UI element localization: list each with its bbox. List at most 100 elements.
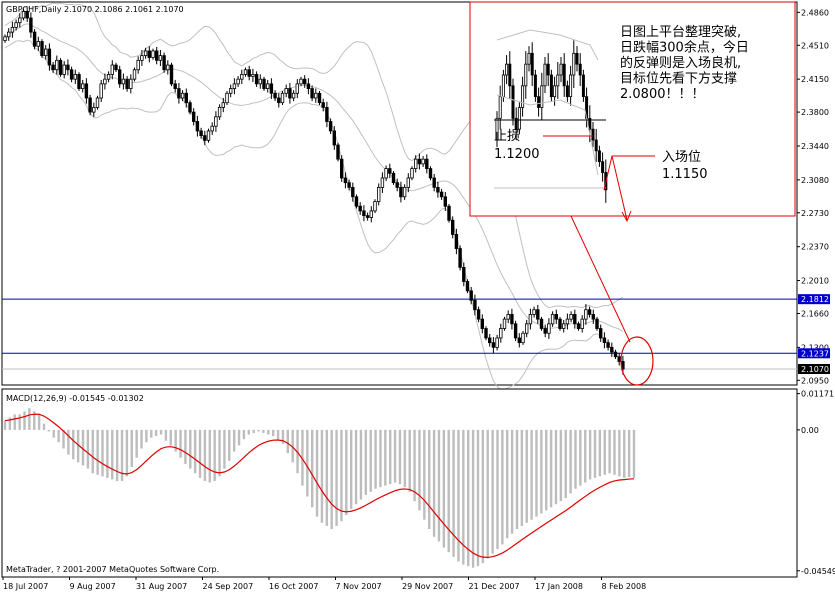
candle-body: [10, 27, 15, 33]
macd-bar: [37, 414, 41, 430]
macd-bar: [486, 429, 489, 559]
copyright-text: MetaTrader, ? 2001-2007 MetaQuotes Softw…: [6, 565, 219, 574]
candle-body: [436, 186, 440, 193]
candle-body: [265, 83, 270, 89]
price-axis-label: 2.2010: [801, 277, 829, 286]
candle-body: [325, 106, 329, 122]
inset-candle-body: [521, 85, 525, 108]
candle-body: [491, 342, 496, 348]
candle-body: [251, 74, 255, 77]
candle-body: [402, 186, 407, 198]
stop-loss-label: 止损: [494, 129, 520, 144]
macd-bar: [467, 429, 470, 567]
macd-bar: [237, 429, 241, 446]
chart-window: 日图上平台整理突破, 日跌幅300余点，今日 的反弹则是入场良机, 目标位先看下方支撑…: [0, 0, 835, 594]
macd-bar: [101, 429, 104, 477]
candle-body: [177, 88, 181, 99]
macd-bar: [481, 429, 485, 564]
candle-body: [243, 69, 248, 75]
candle-body: [376, 186, 381, 202]
candle-body: [595, 318, 599, 329]
macd-bar: [564, 429, 567, 499]
candle-body: [299, 78, 303, 85]
macd-bar: [632, 429, 636, 478]
date-axis-label: 24 Sep 2007: [203, 582, 254, 591]
inset-candle-body: [527, 52, 531, 65]
macd-bar: [379, 429, 382, 488]
candle-body: [188, 102, 192, 113]
candle-body: [3, 36, 7, 41]
inset-candle-body: [565, 85, 569, 98]
candle-body: [458, 248, 462, 268]
macd-bar: [330, 429, 333, 529]
candle-body: [417, 158, 422, 165]
macd-bar: [432, 429, 436, 537]
candle-body: [114, 64, 118, 71]
candle-body: [362, 210, 366, 217]
current-price-badge-label: 2.1070: [801, 365, 829, 374]
candle-body: [40, 41, 44, 57]
candle-body: [66, 64, 70, 71]
macd-bar: [423, 429, 426, 520]
candle-body: [51, 64, 55, 71]
inset-candle-body: [501, 74, 505, 98]
candle-body: [7, 31, 11, 38]
annotation-text-line: 目标位先看下方支撑: [620, 71, 737, 87]
candle-body: [573, 314, 577, 325]
macd-bar: [603, 429, 606, 475]
macd-bar: [398, 429, 402, 485]
candle-body: [443, 196, 447, 207]
macd-bar: [47, 429, 51, 432]
macd-axis-label: -0.04549: [801, 567, 835, 576]
candle-body: [351, 186, 355, 198]
candle-body: [473, 299, 477, 311]
macd-bar: [111, 429, 114, 480]
candle-body: [343, 177, 348, 184]
candle-body: [69, 69, 74, 80]
macd-axis-label: 0.01171: [801, 390, 834, 399]
candle-body: [14, 22, 18, 28]
inset-candle-body: [562, 63, 566, 87]
macd-bar: [579, 429, 582, 486]
macd-bar: [535, 429, 538, 517]
macd-bar: [491, 429, 494, 554]
candle-body: [617, 356, 621, 362]
macd-bar: [28, 408, 31, 430]
candle-body: [558, 318, 562, 329]
macd-bar: [310, 429, 314, 508]
candle-body: [118, 69, 122, 85]
macd-bar: [354, 429, 358, 505]
candle-body: [539, 318, 544, 329]
candle-body: [129, 78, 133, 89]
candle-body: [476, 309, 481, 320]
macd-bar: [145, 429, 148, 443]
macd-bar: [23, 411, 26, 430]
macd-bar: [125, 429, 129, 477]
macd-bar: [325, 429, 329, 526]
macd-bar: [437, 429, 441, 542]
macd-bar: [506, 429, 509, 539]
candle-body: [336, 144, 340, 160]
inset-candle-body: [559, 63, 563, 76]
candle-body: [499, 328, 503, 339]
candle-body: [110, 64, 114, 75]
candle-body: [269, 83, 274, 94]
macd-bar: [164, 429, 168, 441]
inset-candle-body: [511, 85, 515, 119]
macd-bar: [359, 429, 363, 500]
candle-body: [347, 182, 351, 188]
macd-bar: [530, 429, 533, 520]
macd-bar: [140, 429, 143, 449]
date-axis-label: 7 Nov 2007: [336, 582, 382, 591]
candle-body: [358, 205, 362, 212]
candle-body: [547, 323, 551, 334]
candle-body: [36, 41, 40, 47]
candle-body: [421, 158, 425, 165]
macd-bar: [257, 429, 260, 432]
candle-body: [487, 337, 492, 344]
candle-body: [339, 158, 344, 179]
inset-candle-body: [549, 74, 553, 98]
candle-body: [158, 55, 163, 61]
macd-bar: [403, 429, 407, 488]
candle-body: [517, 337, 521, 344]
